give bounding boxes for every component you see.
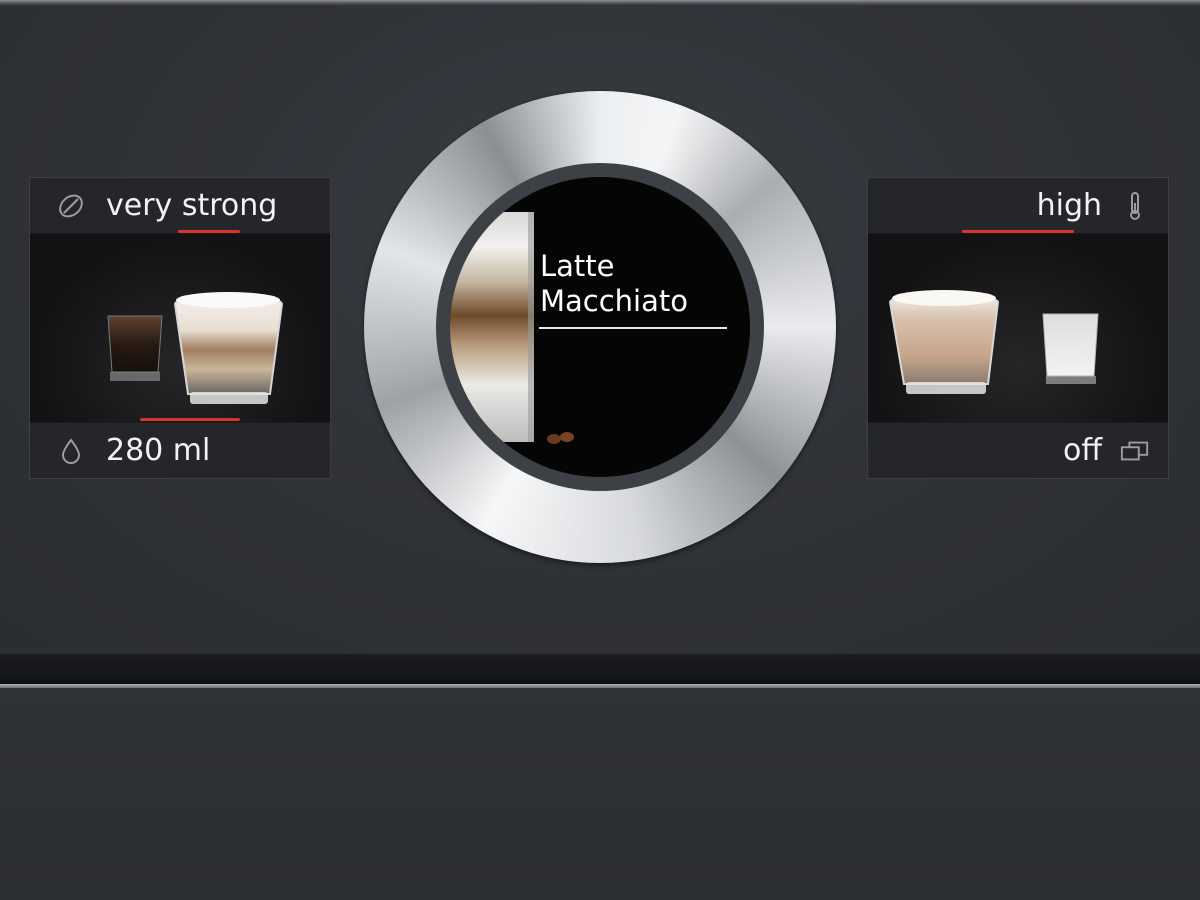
double-cup-setting[interactable]: off [868, 422, 1168, 478]
left-display: very strong 280 ml [30, 178, 330, 478]
strength-setting[interactable]: very strong [30, 178, 330, 234]
right-drink-preview [868, 234, 1168, 422]
drink-name-line1: Latte [540, 249, 615, 283]
volume-value: 280 ml [106, 432, 211, 468]
right-display: high off [868, 178, 1168, 478]
drink-display[interactable]: Latte Macchiato [450, 177, 750, 477]
volume-indicator [140, 418, 240, 421]
double-cup-icon [1120, 436, 1150, 466]
drink-name-underline [539, 327, 727, 329]
strength-value: very strong [106, 187, 278, 223]
volume-setting[interactable]: 280 ml [30, 422, 330, 478]
lower-panel [0, 688, 1200, 900]
temperature-setting[interactable]: high [868, 178, 1168, 234]
thermometer-icon [1120, 191, 1150, 221]
panel-seam [0, 654, 1200, 684]
drink-name: Latte Macchiato [540, 249, 688, 319]
left-drink-preview [30, 234, 330, 422]
coffee-bean-icon [56, 191, 86, 221]
water-drop-icon [56, 436, 86, 466]
temperature-value: high [1036, 187, 1102, 223]
drink-name-line2: Macchiato [540, 284, 689, 318]
double-cup-value: off [1062, 432, 1102, 468]
temperature-indicator [962, 230, 1074, 233]
strength-indicator [178, 230, 240, 233]
